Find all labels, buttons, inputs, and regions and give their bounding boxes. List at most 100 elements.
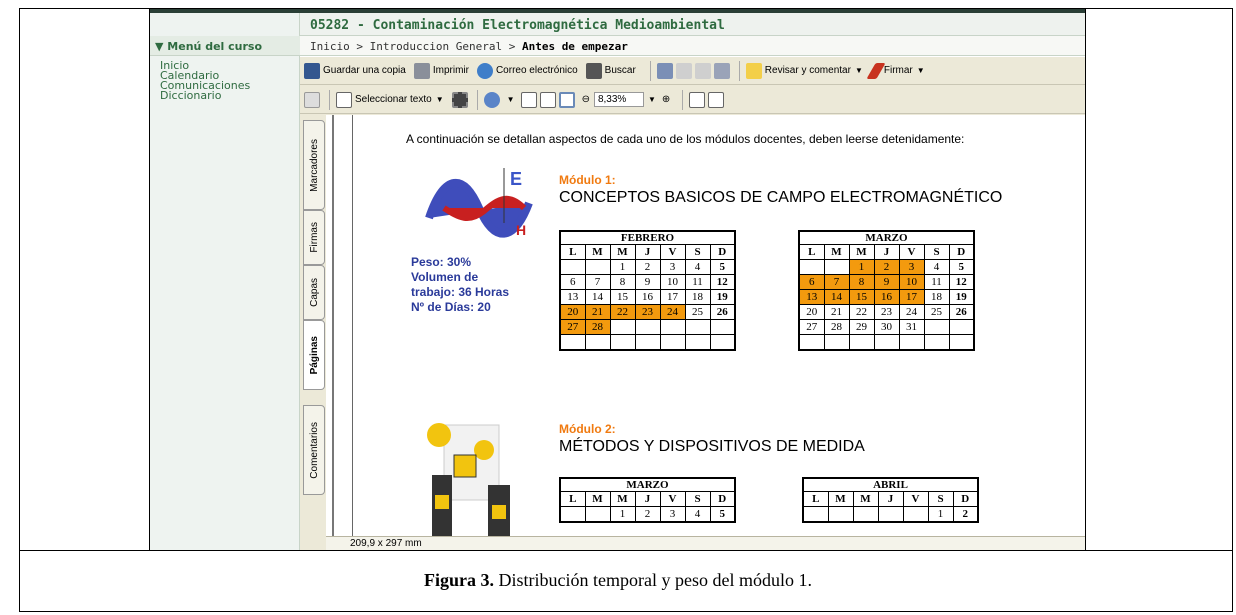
calendar-cell: 1 [848,259,875,275]
breadcrumb-separator: > [508,40,516,53]
breadcrumb: Inicio > Introduccion General > Antes de… [300,36,1085,56]
calendar-cell: 16 [634,289,661,305]
calendar-cell: 7 [584,274,611,290]
calendar-cell [634,319,661,335]
pen-icon [866,62,886,79]
binoculars-icon [585,62,602,79]
pdf-viewer: Guardar una copia Imprimir Correo electr… [300,57,1085,550]
toolbar-separator [682,89,684,110]
actual-size-icon[interactable] [520,91,537,108]
sidebar-title[interactable]: ▼ Menú del curso [150,36,300,56]
zoom-level-input[interactable]: 8,33% [593,92,644,107]
zoom-in-plus-icon[interactable]: ⊕ [662,94,670,105]
save-copy-button[interactable]: Guardar una copia [304,62,406,79]
document-page: A continuación se detallan aspectos de c… [326,115,1085,536]
calendar-day-header: S [684,491,711,507]
calendar-cell: 17 [659,289,686,305]
tab-paginas[interactable]: Páginas [303,320,325,390]
figure-caption: Figura 3. Distribución temporal y peso d… [0,570,1236,591]
calendar-cell: 31 [898,319,925,335]
calendar-day-header: S [684,244,711,260]
calendar-cell: 10 [659,274,686,290]
calendar-cell [684,334,711,350]
calendar-day-header: M [584,244,611,260]
calendar-cell: 25 [684,304,711,320]
calendar-day-header: D [709,244,736,260]
print-button[interactable]: Imprimir [413,62,469,79]
hand-tool-icon[interactable] [304,91,320,108]
chevron-down-icon[interactable]: ▼ [507,95,515,104]
breadcrumb-introduccion[interactable]: Introduccion General [370,40,502,53]
tab-capas[interactable]: Capas [303,265,325,320]
calendar-cell: 13 [559,289,586,305]
fit-page-icon[interactable] [539,91,556,108]
course-title: 05282 - Contaminación Electromagnética M… [300,13,1085,36]
calendar-cell: 2 [634,259,661,275]
tab-firmas[interactable]: Firmas [303,210,325,265]
calendar-cell: 24 [659,304,686,320]
review-comment-button[interactable]: Revisar y comentar ▼ [745,62,863,79]
module2-title: MÉTODOS Y DISPOSITIVOS DE MEDIDA [559,438,865,455]
em-wave-illustration: E H [425,168,533,238]
calendar-cell: 1 [609,259,636,275]
calendar-cell [848,334,875,350]
calendar-cell: 11 [684,274,711,290]
breadcrumb-inicio[interactable]: Inicio [310,40,350,53]
sidebar-title-label: Menú del curso [167,40,263,53]
zoom-out-icon[interactable]: ⊖ [582,94,590,105]
rotate-icon[interactable] [689,91,706,108]
calendar-cell [902,506,929,522]
calendar-month: FEBRERO [559,230,736,245]
calendar-cell: 18 [923,289,950,305]
calendar-cell [923,334,950,350]
undo-icon[interactable] [675,62,692,79]
fit-width-icon[interactable] [558,91,575,108]
sign-button[interactable]: Firmar ▼ [866,62,925,79]
tab-comentarios[interactable]: Comentarios [303,405,325,495]
calendar-cell: 15 [848,289,875,305]
search-button[interactable]: Buscar [585,62,636,79]
select-text-button[interactable]: Seleccionar texto ▼ [336,91,444,108]
calendar-cell: 30 [873,319,900,335]
calendar-cell [559,259,586,275]
calendar-cell: 27 [559,319,586,335]
wave-label-e: E [510,169,522,189]
figure-frame: ▼ Menú del curso Inicio Calendario Comun… [19,8,1233,612]
status-bar: 209,9 x 297 mm [326,536,1085,550]
calendar-cell [802,506,829,522]
calendar-cell: 22 [848,304,875,320]
copy-icon[interactable] [713,62,730,79]
breadcrumb-current: Antes de empezar [521,40,628,53]
tab-marcadores[interactable]: Marcadores [303,120,325,210]
spellcheck-icon[interactable] [656,62,673,79]
calendar-cell [798,334,825,350]
calendar-day-header: V [898,244,925,260]
calendar-cell: 2 [952,506,979,522]
calendar-cell: 4 [923,259,950,275]
calendar-cell: 21 [823,304,850,320]
calendar-cell [823,334,850,350]
calendar-day-header: J [634,244,661,260]
chevron-down-icon[interactable]: ▼ [648,95,656,104]
toolbar-separator [738,60,740,81]
stat-days: Nº de Días: 20 [411,300,491,314]
calendar-cell: 10 [898,274,925,290]
redo-icon[interactable] [694,62,711,79]
calendar-cell: 4 [684,506,711,522]
calendar-cell: 11 [923,274,950,290]
calendar-cell [948,319,975,335]
zoom-in-icon[interactable] [483,91,500,108]
calendar-cell [559,334,586,350]
snapshot-icon[interactable] [451,91,468,108]
calendar-cell: 20 [559,304,586,320]
rotate-ccw-icon[interactable] [708,91,725,108]
calendar-cell: 21 [584,304,611,320]
toolbar-separator [476,89,478,110]
calendar-cell: 3 [659,506,686,522]
sidebar-item-diccionario[interactable]: Diccionario [160,90,250,101]
module2-label: Módulo 2: [559,422,616,436]
calendar-cell [827,506,854,522]
calendar-cell: 28 [584,319,611,335]
email-button[interactable]: Correo electrónico [476,62,578,79]
calendar-day-header: D [709,491,736,507]
